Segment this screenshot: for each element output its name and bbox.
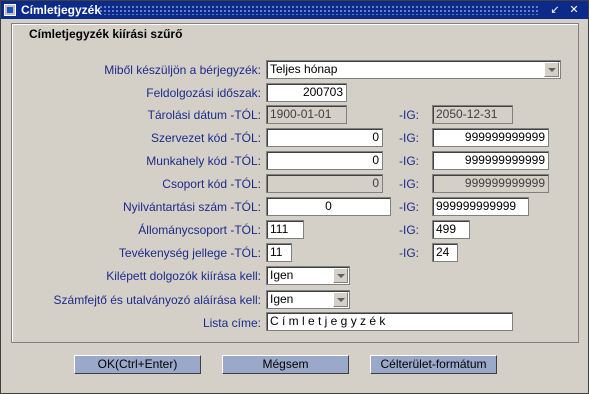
lista-cime-input[interactable]: C í m l e t j e g y z é k bbox=[266, 312, 513, 331]
tarolasi-from-input[interactable]: 1900-01-01 bbox=[266, 105, 347, 124]
munkahely-ig-label: -IG: bbox=[399, 154, 419, 168]
csoport-to-input[interactable]: 999999999999 bbox=[432, 174, 549, 193]
tevekenyseg-label: Tevékenység jellege -TÓL: bbox=[118, 246, 261, 260]
tevekenyseg-from-input[interactable]: 11 bbox=[266, 243, 292, 262]
szamfejto-label: Számfejtő és utalványozó aláírása kell: bbox=[53, 293, 261, 307]
nyilvantartasi-ig-label: -IG: bbox=[399, 200, 419, 214]
tarolasi-ig-label: -IG: bbox=[399, 108, 419, 122]
tarolasi-label: Tárolási dátum -TÓL: bbox=[147, 108, 261, 122]
window-title: Címletjegyzék bbox=[21, 3, 102, 17]
cancel-button[interactable]: Mégsem bbox=[222, 355, 349, 374]
chevron-down-icon[interactable] bbox=[333, 268, 348, 283]
munkahely-from-input[interactable]: 0 bbox=[266, 151, 383, 170]
nyilvantartasi-from-input[interactable]: 0 bbox=[266, 197, 391, 216]
title-bar[interactable]: Címletjegyzék ↙ ✕ bbox=[1, 1, 588, 19]
szervezet-from-input[interactable]: 0 bbox=[266, 128, 383, 147]
lista-label: Lista címe: bbox=[202, 316, 261, 330]
allomanycsoport-ig-label: -IG: bbox=[399, 223, 419, 237]
allomanycsoport-to-input[interactable]: 499 bbox=[432, 220, 470, 239]
tarolasi-to-input[interactable]: 2050-12-31 bbox=[432, 105, 513, 124]
kilepett-label: Kilépett dolgozók kiírása kell: bbox=[106, 269, 261, 283]
szamfejto-value: Igen bbox=[270, 292, 294, 306]
szervezet-ig-label: -IG: bbox=[399, 131, 419, 145]
csoport-from-input[interactable]: 0 bbox=[266, 174, 383, 193]
close-icon[interactable]: ✕ bbox=[567, 3, 581, 17]
munkahely-label: Munkahely kód -TÓL: bbox=[146, 154, 261, 168]
munkahely-to-input[interactable]: 999999999999 bbox=[432, 151, 549, 170]
nyilvantartasi-label: Nyilvántartási szám -TÓL: bbox=[122, 200, 261, 214]
kilepett-select[interactable]: Igen bbox=[266, 266, 350, 285]
tevekenyseg-to-input[interactable]: 24 bbox=[432, 243, 458, 262]
title-bar-pattern bbox=[99, 5, 539, 15]
szamfejto-select[interactable]: Igen bbox=[266, 290, 350, 309]
ok-button[interactable]: OK(Ctrl+Enter) bbox=[74, 355, 201, 374]
tevekenyseg-ig-label: -IG: bbox=[399, 246, 419, 260]
idoszak-input[interactable]: 200703 bbox=[266, 83, 347, 102]
allomanycsoport-label: Állománycsoport -TÓL: bbox=[138, 223, 261, 237]
app-window: Címletjegyzék ↙ ✕ Címletjegyzék kiírási … bbox=[0, 0, 589, 394]
app-icon bbox=[4, 4, 16, 16]
panel-title: Címletjegyzék kiírási szűrő bbox=[29, 27, 183, 41]
chevron-down-icon[interactable] bbox=[544, 62, 559, 77]
csoport-label: Csoport kód -TÓL: bbox=[162, 177, 261, 191]
nyilvantartasi-to-input[interactable]: 999999999999 bbox=[432, 197, 529, 216]
mibol-label: Miből készüljön a bérjegyzék: bbox=[104, 63, 261, 77]
mibol-value: Teljes hónap bbox=[270, 62, 338, 76]
mibol-select[interactable]: Teljes hónap bbox=[266, 60, 561, 79]
allomanycsoport-from-input[interactable]: 111 bbox=[266, 220, 304, 239]
idoszak-label: Feldolgozási időszak: bbox=[146, 86, 261, 100]
szervezet-to-input[interactable]: 999999999999 bbox=[432, 128, 549, 147]
szervezet-label: Szervezet kód -TÓL: bbox=[150, 131, 261, 145]
chevron-down-icon[interactable] bbox=[333, 292, 348, 307]
minimize-icon[interactable]: ↙ bbox=[548, 3, 562, 17]
csoport-ig-label: -IG: bbox=[399, 177, 419, 191]
kilepett-value: Igen bbox=[270, 268, 294, 282]
target-format-button[interactable]: Célterület-formátum bbox=[370, 355, 497, 374]
